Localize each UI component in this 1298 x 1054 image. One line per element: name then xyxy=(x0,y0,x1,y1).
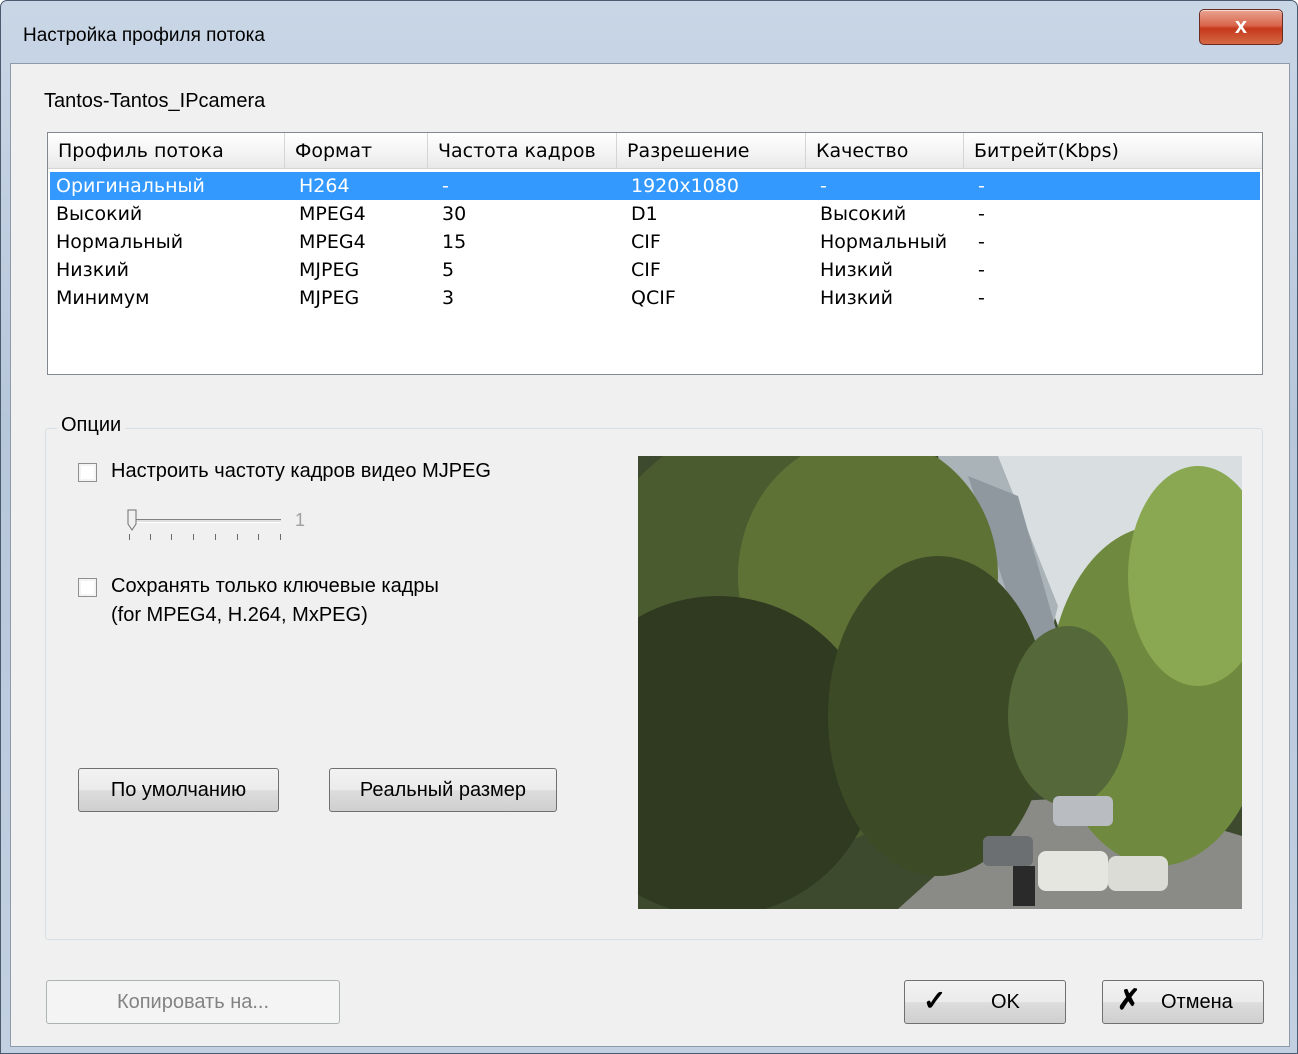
cell-profile: Низкий xyxy=(56,259,129,281)
cell-profile: Высокий xyxy=(56,203,143,225)
options-group-label: Опции xyxy=(57,414,126,437)
table-row[interactable]: Высокий MPEG4 30 D1 Высокий - xyxy=(50,200,1260,228)
slider-tick xyxy=(150,534,151,540)
cell-quality: Высокий xyxy=(820,203,907,225)
slider-tick xyxy=(215,534,216,540)
cell-bitrate: - xyxy=(978,259,985,281)
default-button[interactable]: По умолчанию xyxy=(78,768,279,812)
cell-resolution: D1 xyxy=(631,203,658,225)
slider-tick xyxy=(129,534,130,540)
table-row[interactable]: Низкий MJPEG 5 CIF Низкий - xyxy=(50,256,1260,284)
cell-quality: Низкий xyxy=(820,287,893,309)
column-header-profile[interactable]: Профиль потока xyxy=(48,133,285,169)
cell-resolution: CIF xyxy=(631,259,661,281)
slider-tick xyxy=(280,534,281,540)
cell-profile: Нормальный xyxy=(56,231,184,253)
keyframes-sublabel: (for MPEG4, H.264, MxPEG) xyxy=(111,604,368,626)
cell-bitrate: - xyxy=(978,287,985,309)
column-header-bitrate[interactable]: Битрейт(Kbps) xyxy=(964,133,1262,169)
camera-preview-image xyxy=(638,456,1242,909)
cancel-button-label: Отмена xyxy=(1161,991,1233,1013)
cell-fps: 5 xyxy=(442,259,455,281)
keyframes-checkbox[interactable] xyxy=(78,578,97,597)
cell-bitrate: - xyxy=(978,231,985,253)
list-header: Профиль потока Формат Частота кадров Раз… xyxy=(48,133,1262,169)
cancel-button[interactable]: ✗ Отмена xyxy=(1102,980,1264,1024)
cell-profile: Минимум xyxy=(56,287,150,309)
cell-bitrate: - xyxy=(978,175,985,197)
checkmark-icon: ✓ xyxy=(923,985,947,1016)
mjpeg-fps-label-clip: Настроить частоту кадров видео MJPEG xyxy=(111,460,536,488)
slider-tick xyxy=(237,534,238,540)
slider-tick xyxy=(193,534,194,540)
dialog-window: Настройка профиля потока x Tantos-Tantos… xyxy=(0,0,1298,1054)
cell-format: MPEG4 xyxy=(299,231,366,253)
slider-ticks xyxy=(129,534,281,540)
slider-tick xyxy=(171,534,172,540)
slider-value: 1 xyxy=(295,510,306,530)
ok-button[interactable]: ✓ OK xyxy=(904,980,1066,1024)
cell-resolution: QCIF xyxy=(631,287,676,309)
camera-name: Tantos-Tantos_IPcamera xyxy=(44,90,266,112)
keyframes-label[interactable]: Сохранять только ключевые кадры xyxy=(111,575,439,598)
cell-quality: - xyxy=(820,175,827,197)
mjpeg-fps-slider-track[interactable] xyxy=(129,519,281,523)
table-row[interactable]: Нормальный MPEG4 15 CIF Нормальный - xyxy=(50,228,1260,256)
table-row[interactable]: Минимум MJPEG 3 QCIF Низкий - xyxy=(50,284,1260,312)
cell-fps: - xyxy=(442,175,449,197)
column-header-format[interactable]: Формат xyxy=(285,133,428,169)
window-title: Настройка профиля потока xyxy=(23,25,265,46)
stream-profile-list[interactable]: Профиль потока Формат Частота кадров Раз… xyxy=(47,132,1263,375)
slider-tick xyxy=(258,534,259,540)
ok-button-label: OK xyxy=(991,991,1020,1013)
cell-fps: 3 xyxy=(442,287,455,309)
cell-profile: Оригинальный xyxy=(56,175,205,197)
column-header-quality[interactable]: Качество xyxy=(806,133,964,169)
title-bar[interactable]: Настройка профиля потока x xyxy=(1,1,1297,63)
mjpeg-fps-checkbox[interactable] xyxy=(78,463,97,482)
cell-format: H264 xyxy=(299,175,350,197)
preview-scene xyxy=(638,456,1242,909)
copy-to-button[interactable]: Копировать на... xyxy=(46,980,340,1024)
cell-bitrate: - xyxy=(978,203,985,225)
x-icon: ✗ xyxy=(1117,984,1141,1015)
column-header-fps[interactable]: Частота кадров xyxy=(428,133,617,169)
cell-fps: 30 xyxy=(442,203,467,225)
cell-fps: 15 xyxy=(442,231,467,253)
close-icon: x xyxy=(1234,13,1248,38)
column-header-resolution[interactable]: Разрешение xyxy=(617,133,806,169)
cell-format: MJPEG xyxy=(299,259,360,281)
cell-resolution: 1920x1080 xyxy=(631,175,739,197)
slider-thumb[interactable] xyxy=(127,509,137,531)
cell-resolution: CIF xyxy=(631,231,661,253)
cell-quality: Низкий xyxy=(820,259,893,281)
cell-format: MPEG4 xyxy=(299,203,366,225)
mjpeg-fps-label[interactable]: Настроить частоту кадров видео MJPEG xyxy=(111,460,491,483)
real-size-button[interactable]: Реальный размер xyxy=(329,768,557,812)
dialog-client: Tantos-Tantos_IPcamera Профиль потока Фо… xyxy=(10,63,1290,1047)
close-button[interactable]: x xyxy=(1199,9,1283,45)
cell-quality: Нормальный xyxy=(820,231,948,253)
cell-format: MJPEG xyxy=(299,287,360,309)
table-row[interactable]: Оригинальный H264 - 1920x1080 - - xyxy=(50,172,1260,200)
